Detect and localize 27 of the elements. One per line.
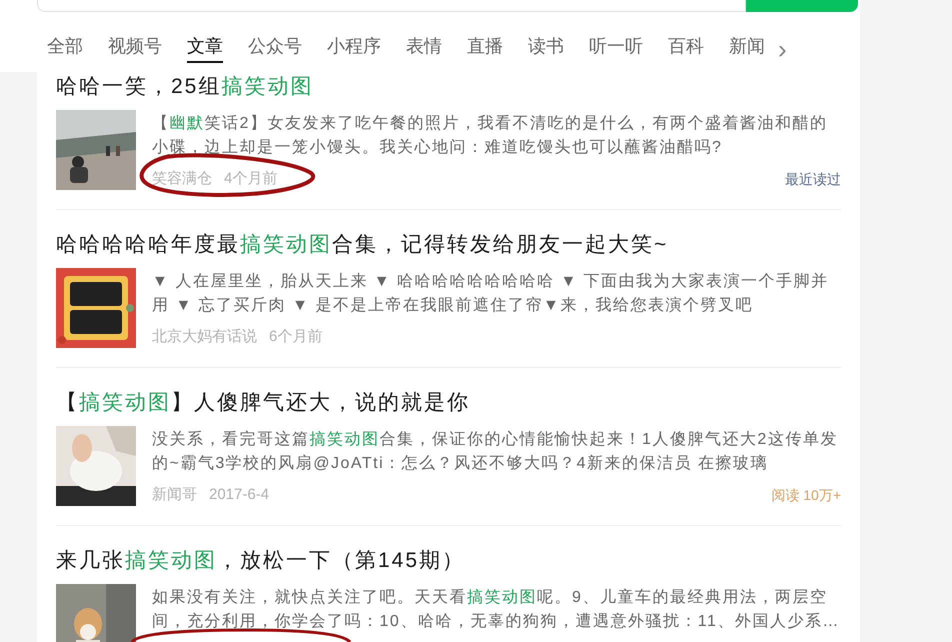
search-field[interactable] bbox=[37, 0, 746, 12]
category-tab[interactable]: 直播 bbox=[467, 32, 503, 63]
search-button[interactable] bbox=[746, 0, 858, 12]
read-count: 阅读 10万+ bbox=[771, 486, 841, 505]
category-tab[interactable]: 新闻 bbox=[729, 32, 765, 63]
article-summary: 【幽默笑话2】女友发来了吃午餐的照片，我看不清吃的是什么，有两个盛着酱油和醋的小碟，边上却是一笼小馒头。我关心地问：难道吃馒头也可以蘸酱油醋吗? bbox=[152, 114, 828, 158]
article-summary: ▼ 人在屋里坐，胎从天上来 ▼ 哈哈哈哈哈哈哈哈哈 ▼ 下面由我为大家表演一个手脚并用 ▼ 忘了买斤肉 ▼ 是不是上帝在我眼前遮住了帘▼来，我给您表演个劈叉吧 bbox=[152, 272, 830, 316]
article-title[interactable]: 哈哈哈哈哈年度最搞笑动图 合集，记得转发给朋友一起大笑~ bbox=[56, 230, 841, 260]
article-summary: 没关系，看完哥这篇搞笑动图合集，保证你的心情能愉快起来！1人傻脾气还大2这传单发的~霸气3学校的风扇@JoATti：怎么？风还不够大吗？4新来的保洁员 在擦玻璃 bbox=[152, 430, 839, 474]
article-time: 6个月前 bbox=[269, 327, 322, 347]
article-title[interactable]: 来几张搞笑动图，放松一下（第145期） bbox=[56, 546, 841, 576]
category-tab[interactable]: 表情 bbox=[406, 32, 442, 63]
recently-read-label: 最近读过 bbox=[785, 170, 841, 189]
category-tab[interactable]: 读书 bbox=[528, 32, 564, 63]
category-tab[interactable]: 听一听 bbox=[589, 32, 643, 63]
chevron-right-icon[interactable]: › bbox=[778, 35, 787, 63]
article-time: 4个月前 bbox=[224, 169, 278, 189]
category-tab[interactable]: 视频号 bbox=[108, 32, 162, 63]
article-title[interactable]: 哈哈一笑，25组搞笑动图 bbox=[56, 72, 841, 102]
category-tab[interactable]: 文章 bbox=[187, 32, 223, 63]
article-title[interactable]: 【搞笑动图】人傻脾气还大，说的就是你 bbox=[56, 388, 841, 418]
category-tab[interactable]: 全部 bbox=[47, 32, 83, 63]
category-tab[interactable]: 小程序 bbox=[327, 32, 381, 63]
category-tab[interactable]: 百科 bbox=[668, 32, 704, 63]
category-tab[interactable]: 公众号 bbox=[248, 32, 302, 63]
article-time: 2017-6-4 bbox=[209, 485, 270, 505]
article-summary: 如果没有关注，就快点关注了吧。天天看搞笑动图 呢。9、儿童车的最经典用法，两层空间，充分利用，你学会了吗：10、哈哈，无辜的狗狗，遭遇意外骚扰：11、外国人少系… bbox=[152, 588, 841, 632]
